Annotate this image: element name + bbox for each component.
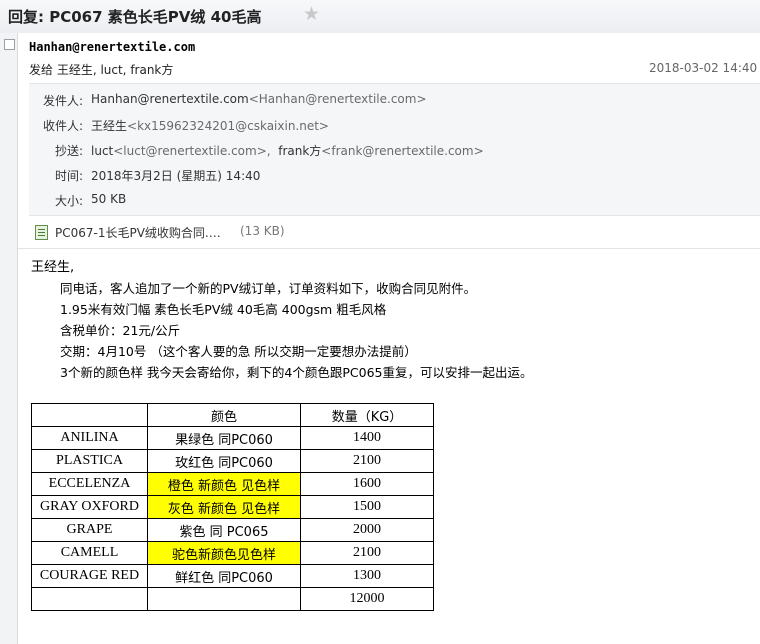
header-address: <Hanhan@renertextile.com> [248,92,427,106]
header-cc: 抄送: luct<luct@renertextile.com>, frank方<… [29,142,760,162]
header-value: 2018年3月2日 (星期五) 14:40 [91,169,261,183]
table-header-row: 颜色 数量（KG） [31,403,434,427]
select-checkbox[interactable] [4,39,15,50]
table-row: ANILINA 果绿色 同PC060 1400 [31,426,434,450]
row-name: GRAY OXFORD [31,495,148,519]
row-color [147,587,301,611]
table-row: GRAY OXFORD 灰色 新颜色 见色样 1500 [31,495,434,519]
table-row: ECCELENZA 橙色 新颜色 见色样 1600 [31,472,434,496]
left-gutter [0,33,18,644]
row-name: COURAGE RED [31,564,148,588]
attachment-size: (13 KB) [240,224,285,238]
star-icon[interactable]: ★ [303,3,320,25]
row-color-highlighted: 灰色 新颜色 见色样 [147,495,301,519]
header-address-2: <frank@renertextile.com> [321,144,484,158]
recipients-summary: 发给 王经生, luct, frank方 [29,63,174,77]
table-row: CAMELL 驼色新颜色见色样 2100 [31,541,434,565]
message-pane: Hanhan@renertextile.com 发给 王经生, luct, fr… [18,33,760,644]
row-qty: 2100 [300,541,434,565]
row-color-highlighted: 橙色 新颜色 见色样 [147,472,301,496]
table-row: GRAPE 紫色 同 PC065 2000 [31,518,434,542]
body-line: 含税单价：21元/公斤 [60,323,181,338]
email-subject: 回复: PC067 素色长毛PV绒 40毛高 [8,8,262,26]
header-value: 50 KB [91,192,127,206]
sender-address[interactable]: Hanhan@renertextile.com [29,40,195,54]
table-header: 数量（KG） [300,403,434,427]
header-name[interactable]: 王经生 [91,119,127,133]
table-total-row: 12000 [31,587,434,611]
row-qty: 2100 [300,449,434,473]
header-address: <luct@renertextile.com>, [113,144,271,158]
body-line: 1.95米有效门幅 素色长毛PV绒 40毛高 400gsm 粗毛风格 [60,302,387,317]
row-qty: 1500 [300,495,434,519]
body-line: 同电话，客人追加了一个新的PV绒订单，订单资料如下，收购合同见附件。 [60,281,477,296]
header-label: 收件人: [42,119,83,133]
header-name[interactable]: luct [91,144,113,158]
body-line: 交期：4月10号 （这个客人要的急 所以交期一定要想办法提前） [60,344,417,359]
header-name-2[interactable]: frank方 [278,144,321,158]
header-time: 时间: 2018年3月2日 (星期五) 14:40 [29,167,760,187]
row-color: 果绿色 同PC060 [147,426,301,450]
header-name[interactable]: Hanhan@renertextile.com [91,92,249,106]
row-name: ECCELENZA [31,472,148,496]
order-table: 颜色 数量（KG） ANILINA 果绿色 同PC060 1400 PLASTI… [31,403,434,611]
table-row: PLASTICA 玫红色 同PC060 2100 [31,449,434,473]
row-name [31,587,148,611]
greeting: 王经生, [31,260,75,275]
row-qty: 1300 [300,564,434,588]
row-qty: 1400 [300,426,434,450]
header-size: 大小: 50 KB [29,192,760,212]
table-header [31,403,148,427]
title-bar: 回复: PC067 素色长毛PV绒 40毛高 ★ [0,0,760,34]
table-header: 颜色 [147,403,301,427]
row-qty: 2000 [300,518,434,542]
body-line: 3个新的颜色样 我今天会寄给你，剩下的4个颜色跟PC065重复，可以安排一起出运… [60,365,533,380]
table-row: COURAGE RED 鲜红色 同PC060 1300 [31,564,434,588]
header-label: 时间: [54,169,83,183]
header-label: 发件人: [42,94,83,108]
row-color-highlighted: 驼色新颜色见色样 [147,541,301,565]
divider [18,248,760,249]
header-details: 发件人: Hanhan@renertextile.com<Hanhan@rene… [29,83,760,216]
total-qty: 12000 [300,587,434,611]
row-name: CAMELL [31,541,148,565]
header-from: 发件人: Hanhan@renertextile.com<Hanhan@rene… [29,92,760,112]
row-name: GRAPE [31,518,148,542]
header-address: <kx15962324201@cskaixin.net> [127,119,329,133]
row-name: PLASTICA [31,449,148,473]
row-color: 玫红色 同PC060 [147,449,301,473]
row-color: 紫色 同 PC065 [147,518,301,542]
row-color: 鲜红色 同PC060 [147,564,301,588]
message-date: 2018-03-02 14:40 [649,61,758,75]
header-label: 抄送: [54,144,83,158]
header-label: 大小: [54,194,83,208]
row-qty: 1600 [300,472,434,496]
attachment-name[interactable]: PC067-1长毛PV绒收购合同.… [55,224,221,241]
excel-file-icon [35,225,48,240]
row-name: ANILINA [31,426,148,450]
header-to: 收件人: 王经生<kx15962324201@cskaixin.net> [29,117,760,137]
